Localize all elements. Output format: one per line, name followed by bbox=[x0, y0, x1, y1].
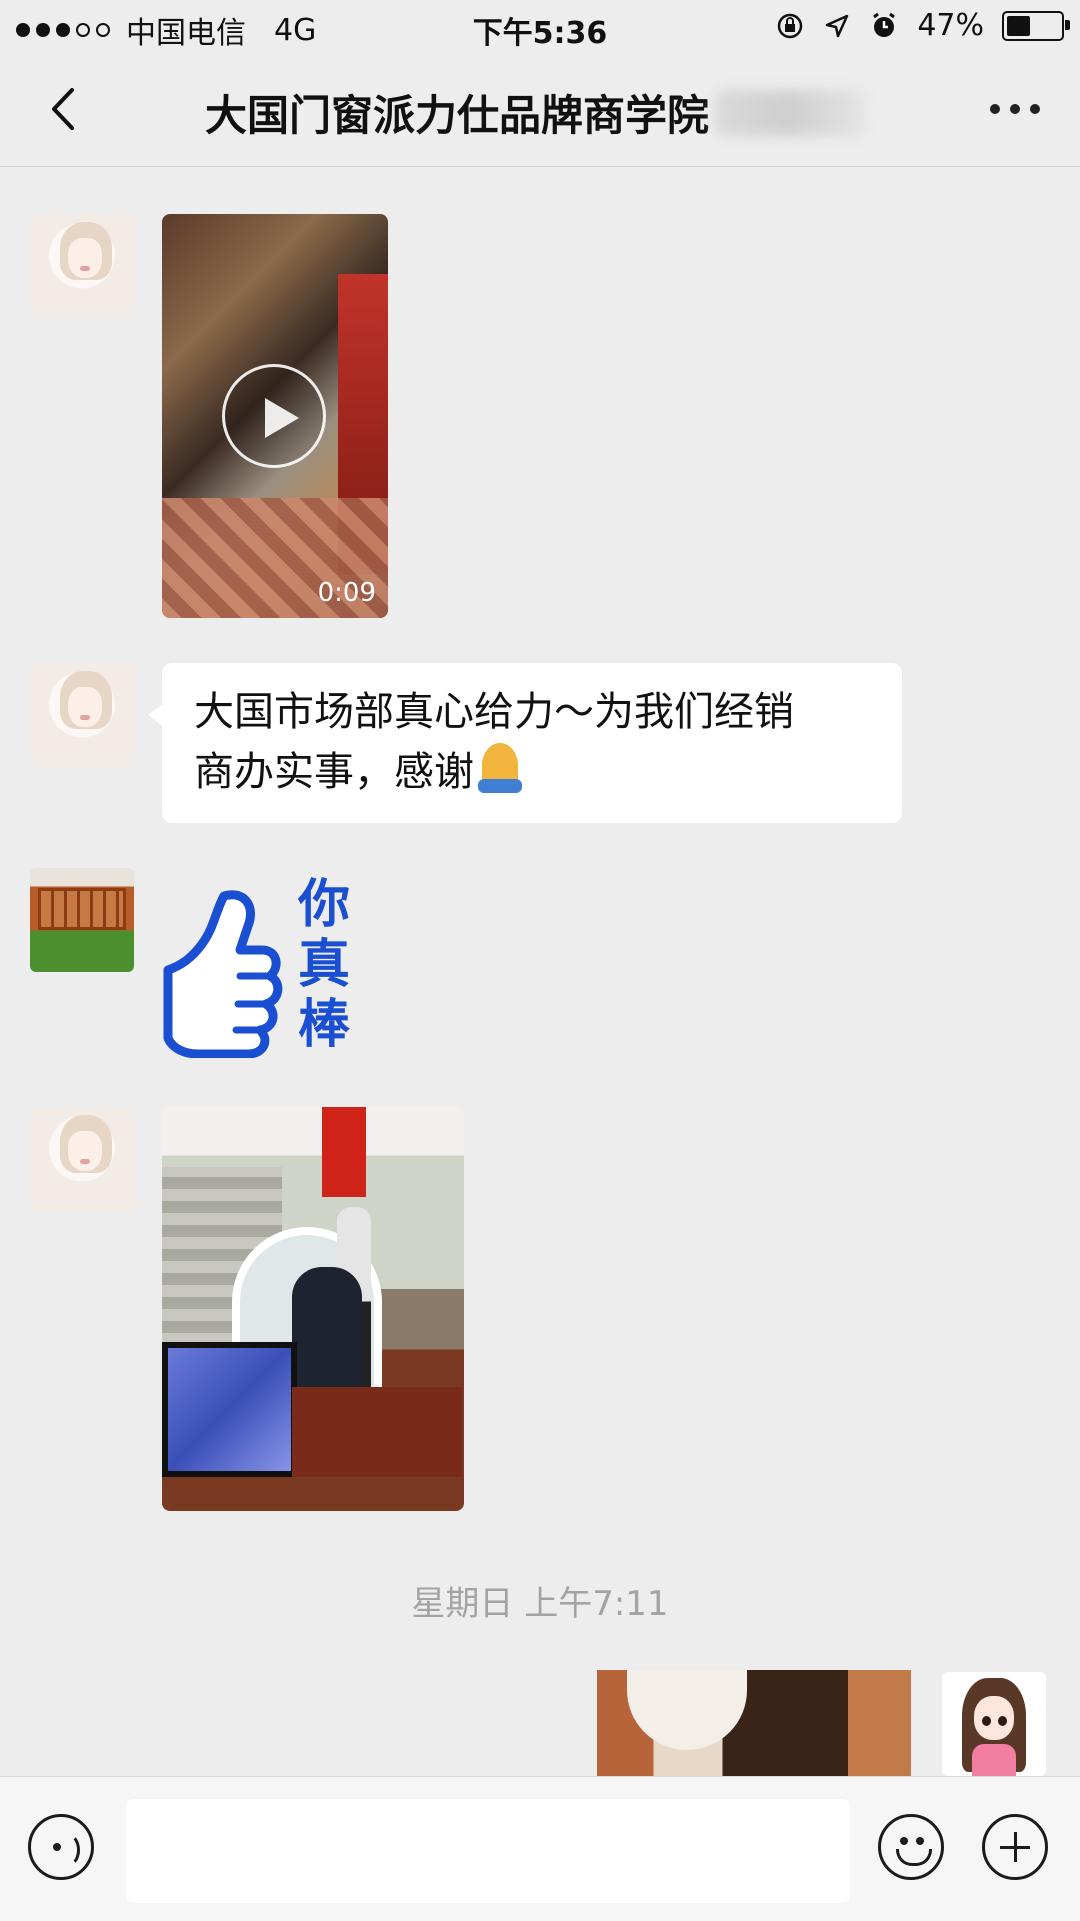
message-text-line: 大国市场部真心给力～为我们经销 bbox=[194, 689, 794, 735]
message-text-line: 商办实事，感谢 bbox=[194, 749, 474, 795]
sticker-char: 真 bbox=[297, 935, 350, 995]
emoji-icon[interactable] bbox=[878, 1814, 944, 1880]
battery-percent: 47% bbox=[917, 8, 984, 43]
thumbs-up-icon bbox=[163, 890, 283, 1058]
redacted-member-count bbox=[715, 89, 866, 136]
chat-title: 大国门窗派力仕品牌商学院 bbox=[205, 91, 710, 140]
more-dots-icon[interactable] bbox=[990, 104, 1040, 114]
voice-icon[interactable] bbox=[28, 1814, 94, 1880]
video-message[interactable]: 0:09 bbox=[162, 214, 388, 618]
chevron-left-icon[interactable] bbox=[40, 84, 90, 134]
rotation-lock-icon bbox=[778, 13, 803, 38]
plus-icon[interactable] bbox=[982, 1814, 1048, 1880]
avatar[interactable] bbox=[30, 663, 134, 767]
nav-bar: 大国门窗派力仕品牌商学院 bbox=[0, 54, 1080, 167]
folded-hands-emoji-icon bbox=[474, 741, 526, 793]
avatar[interactable] bbox=[30, 214, 134, 318]
sticker-char: 你 bbox=[297, 875, 350, 935]
battery-icon bbox=[1002, 10, 1070, 41]
message-input[interactable] bbox=[126, 1799, 850, 1903]
play-icon[interactable] bbox=[222, 364, 326, 468]
sticker-char: 棒 bbox=[297, 995, 350, 1055]
image-message[interactable] bbox=[162, 1107, 464, 1511]
input-bar bbox=[0, 1776, 1080, 1921]
video-duration: 0:09 bbox=[317, 578, 376, 608]
text-message[interactable]: 大国市场部真心给力～为我们经销 商办实事，感谢 bbox=[148, 663, 902, 823]
chat-timestamp: 星期日 上午7:11 bbox=[411, 1584, 669, 1624]
sticker-message[interactable]: 你 真 棒 bbox=[162, 868, 362, 1064]
status-bar: 中国电信 4G 下午5:36 47% bbox=[0, 0, 1080, 54]
outgoing-image-message[interactable] bbox=[597, 1670, 911, 1776]
location-icon bbox=[826, 14, 849, 37]
avatar[interactable] bbox=[30, 868, 134, 972]
avatar[interactable] bbox=[30, 1107, 134, 1211]
chat-title-wrap: 大国门窗派力仕品牌商学院 bbox=[205, 82, 866, 143]
my-avatar[interactable] bbox=[942, 1672, 1046, 1776]
status-right: 47% bbox=[775, 8, 1070, 43]
alarm-icon bbox=[873, 12, 896, 37]
